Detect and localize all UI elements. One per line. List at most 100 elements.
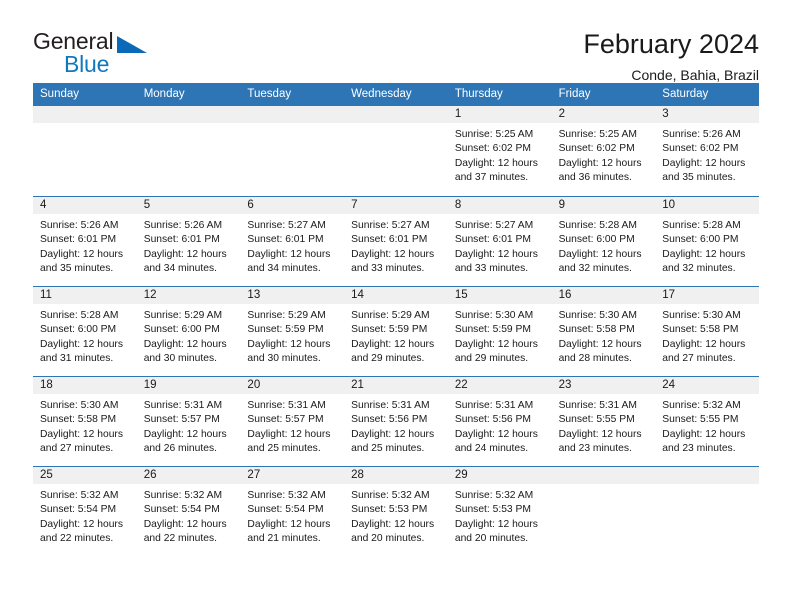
calendar-day-cell[interactable]: 27 Sunrise: 5:32 AM Sunset: 5:54 PM Dayligh… [240, 466, 345, 556]
day-detail-line: and 32 minutes. [558, 263, 632, 275]
calendar-day-cell[interactable]: 2 Sunrise: 5:25 AM Sunset: 6:02 PM Daylight… [551, 106, 656, 196]
day-details: Sunrise: 5:30 AM Sunset: 5:58 PM Daylight:… [655, 304, 759, 367]
day-details: Sunrise: 5:31 AM Sunset: 5:55 PM Daylight:… [552, 394, 656, 457]
day-detail-line: Sunrise: 5:31 AM [143, 400, 223, 411]
day-detail-line: Daylight: 12 hours [40, 518, 123, 530]
day-details: Sunrise: 5:32 AM Sunset: 5:53 PM Daylight:… [448, 484, 552, 547]
page-title: February 2024 [583, 29, 759, 59]
calendar-day-cell[interactable]: 1 Sunrise: 5:25 AM Sunset: 6:02 PM Daylight… [447, 106, 552, 196]
day-details: Sunrise: 5:25 AM Sunset: 6:02 PM Daylight:… [448, 123, 552, 186]
calendar-day-cell[interactable]: 9 Sunrise: 5:28 AM Sunset: 6:00 PM Daylight… [551, 196, 656, 286]
day-detail-line: Daylight: 12 hours [558, 248, 642, 260]
day-detail-line: Daylight: 12 hours [351, 248, 435, 260]
day-detail-line: and 22 minutes. [40, 533, 114, 545]
day-number: 24 [662, 378, 676, 391]
calendar-grid: Sunday Monday Tuesday Wednesday Thursday Frid… [33, 83, 759, 556]
day-details: Sunrise: 5:30 AM Sunset: 5:58 PM Daylight:… [33, 394, 137, 457]
calendar-weeks: 1 Sunrise: 5:25 AM Sunset: 6:02 PM Daylight… [33, 106, 759, 556]
day-number: 28 [351, 468, 364, 481]
calendar-day-cell[interactable]: 4 Sunrise: 5:26 AM Sunset: 6:01 PM Daylight… [33, 196, 137, 286]
day-number: 12 [143, 288, 157, 301]
day-number-bar: 13 [240, 287, 345, 304]
day-details: Sunrise: 5:32 AM Sunset: 5:54 PM Daylight:… [33, 484, 137, 547]
day-number: 8 [454, 198, 462, 211]
day-detail-line: Sunset: 5:54 PM [40, 504, 117, 516]
day-number: 26 [143, 468, 157, 481]
day-number: 16 [558, 288, 572, 301]
day-detail-line: Daylight: 12 hours [143, 338, 227, 350]
calendar-day-cell[interactable]: 17 Sunrise: 5:30 AM Sunset: 5:58 PM Dayligh… [655, 286, 759, 376]
day-detail-line: Sunrise: 5:32 AM [143, 490, 223, 501]
day-details: Sunrise: 5:27 AM Sunset: 6:01 PM Daylight:… [344, 214, 448, 277]
calendar-day-cell[interactable]: 6 Sunrise: 5:27 AM Sunset: 6:01 PM Daylight… [240, 196, 345, 286]
day-detail-line: Sunset: 6:00 PM [558, 234, 635, 246]
title-block: February 2024 Conde, Bahia, Brazil [583, 29, 759, 83]
day-number-bar [551, 467, 656, 484]
day-detail-line: Daylight: 12 hours [40, 428, 123, 440]
day-detail-line: Sunrise: 5:28 AM [662, 220, 741, 231]
day-detail-line: and 26 minutes. [143, 443, 217, 455]
day-detail-line: Sunrise: 5:30 AM [40, 400, 119, 411]
day-detail-line: Sunset: 5:57 PM [247, 414, 324, 426]
day-details: Sunrise: 5:32 AM Sunset: 5:54 PM Daylight:… [240, 484, 344, 547]
day-number-bar: 22 [447, 377, 552, 394]
day-details: Sunrise: 5:26 AM Sunset: 6:01 PM Daylight:… [33, 214, 137, 277]
day-number: 14 [351, 288, 364, 301]
calendar-day-cell[interactable]: 13 Sunrise: 5:29 AM Sunset: 5:59 PM Dayligh… [240, 286, 345, 376]
day-detail-line: Sunrise: 5:28 AM [40, 310, 119, 321]
calendar-day-cell[interactable]: 25 Sunrise: 5:32 AM Sunset: 5:54 PM Dayligh… [33, 466, 137, 556]
day-number: 15 [454, 288, 468, 301]
calendar-day-cell[interactable]: 28 Sunrise: 5:32 AM Sunset: 5:53 PM Dayligh… [344, 466, 448, 556]
calendar-day-cell[interactable]: 26 Sunrise: 5:32 AM Sunset: 5:54 PM Dayligh… [136, 466, 241, 556]
calendar-day-cell[interactable]: 24 Sunrise: 5:32 AM Sunset: 5:55 PM Dayligh… [655, 376, 759, 466]
calendar-day-cell[interactable]: 11 Sunrise: 5:28 AM Sunset: 6:00 PM Dayligh… [33, 286, 137, 376]
day-detail-line: Sunset: 5:59 PM [351, 324, 428, 336]
day-detail-line: Sunset: 5:54 PM [247, 504, 324, 516]
day-number-bar: 20 [240, 377, 345, 394]
calendar-day-cell[interactable]: 7 Sunrise: 5:27 AM Sunset: 6:01 PM Daylight… [344, 196, 448, 286]
day-detail-line: and 20 minutes. [454, 533, 529, 545]
calendar-day-cell[interactable]: 15 Sunrise: 5:30 AM Sunset: 5:59 PM Dayligh… [447, 286, 552, 376]
day-detail-line: Sunrise: 5:29 AM [351, 310, 430, 321]
day-number: 27 [247, 468, 261, 481]
day-details: Sunrise: 5:31 AM Sunset: 5:57 PM Daylight:… [137, 394, 241, 457]
calendar-day-cell[interactable]: 18 Sunrise: 5:30 AM Sunset: 5:58 PM Dayligh… [33, 376, 137, 466]
day-number: 10 [662, 198, 676, 211]
day-number: 6 [247, 198, 254, 211]
calendar-day-cell-empty [33, 106, 137, 196]
calendar-day-cell[interactable]: 16 Sunrise: 5:30 AM Sunset: 5:58 PM Dayligh… [551, 286, 656, 376]
day-detail-line: Sunset: 5:59 PM [247, 324, 324, 336]
calendar-day-cell[interactable]: 22 Sunrise: 5:31 AM Sunset: 5:56 PM Dayligh… [447, 376, 552, 466]
calendar-day-cell[interactable]: 21 Sunrise: 5:31 AM Sunset: 5:56 PM Dayligh… [344, 376, 448, 466]
day-detail-line: Sunrise: 5:25 AM [558, 129, 637, 140]
day-detail-line: Daylight: 12 hours [247, 428, 331, 440]
calendar-day-cell[interactable]: 10 Sunrise: 5:28 AM Sunset: 6:00 PM Dayligh… [655, 196, 759, 286]
calendar-day-cell[interactable]: 23 Sunrise: 5:31 AM Sunset: 5:55 PM Dayligh… [551, 376, 656, 466]
day-detail-line: and 20 minutes. [351, 533, 425, 545]
calendar-day-cell[interactable]: 19 Sunrise: 5:31 AM Sunset: 5:57 PM Dayligh… [136, 376, 241, 466]
day-detail-line: and 37 minutes. [454, 172, 529, 184]
day-detail-line: Sunset: 5:58 PM [40, 414, 117, 426]
calendar-day-cell[interactable]: 20 Sunrise: 5:31 AM Sunset: 5:57 PM Dayligh… [240, 376, 345, 466]
day-number-bar: 23 [551, 377, 656, 394]
day-number-bar [136, 106, 241, 123]
day-details: Sunrise: 5:30 AM Sunset: 5:58 PM Daylight:… [552, 304, 656, 367]
calendar-day-cell[interactable]: 14 Sunrise: 5:29 AM Sunset: 5:59 PM Dayligh… [344, 286, 448, 376]
day-detail-line: Sunrise: 5:32 AM [351, 490, 430, 501]
day-detail-line: Daylight: 12 hours [351, 338, 435, 350]
calendar-day-cell-empty [551, 466, 656, 556]
day-detail-line: Daylight: 12 hours [247, 338, 331, 350]
day-number: 20 [247, 378, 261, 391]
calendar-day-cell[interactable]: 5 Sunrise: 5:26 AM Sunset: 6:01 PM Daylight… [136, 196, 241, 286]
day-number-bar: 17 [655, 287, 759, 304]
weekday-header-thursday: Thursday [454, 88, 503, 100]
weekday-header-friday: Friday [558, 88, 591, 100]
calendar-day-cell[interactable]: 12 Sunrise: 5:29 AM Sunset: 6:00 PM Dayligh… [136, 286, 241, 376]
day-number-bar: 7 [344, 197, 448, 214]
calendar-day-cell[interactable]: 3 Sunrise: 5:26 AM Sunset: 6:02 PM Daylight… [655, 106, 759, 196]
day-number-bar: 21 [344, 377, 448, 394]
day-number-bar: 10 [655, 197, 759, 214]
day-detail-line: and 34 minutes. [247, 263, 321, 275]
calendar-day-cell[interactable]: 8 Sunrise: 5:27 AM Sunset: 6:01 PM Daylight… [447, 196, 552, 286]
calendar-day-cell[interactable]: 29 Sunrise: 5:32 AM Sunset: 5:53 PM Dayligh… [447, 466, 552, 556]
